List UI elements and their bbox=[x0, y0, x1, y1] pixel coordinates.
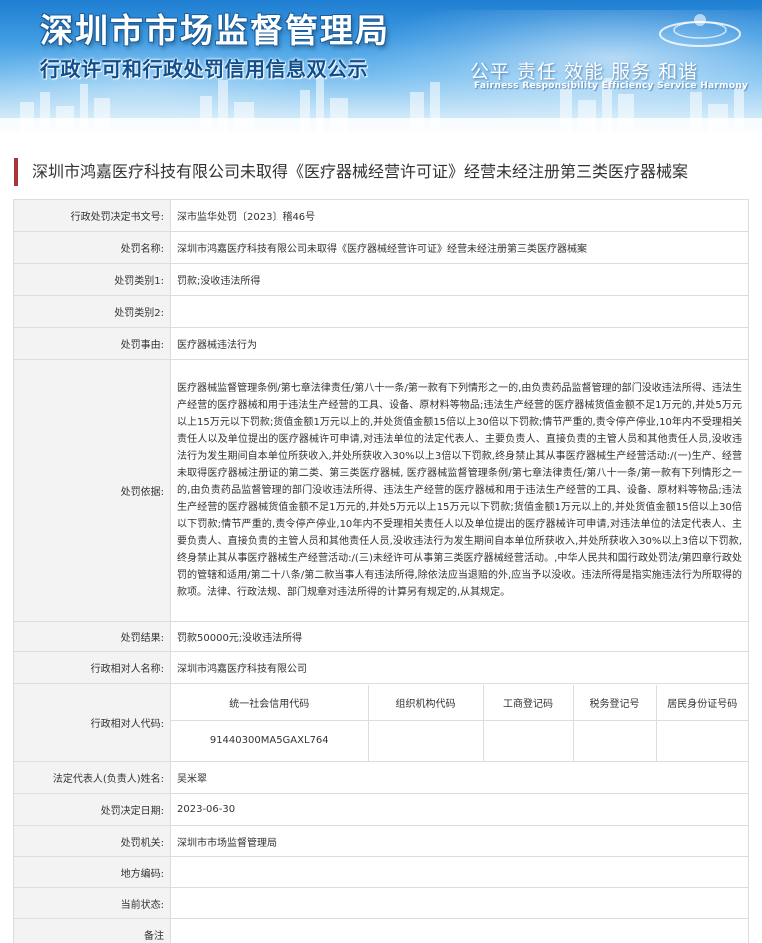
authority-value: 深圳市市场监督管理局 bbox=[170, 825, 749, 857]
table-row: 法定代表人(负责人)姓名: 吴米翠 bbox=[13, 761, 749, 794]
party-name-label: 行政相对人名称: bbox=[13, 651, 171, 684]
result-value: 罚款50000元;没收违法所得 bbox=[170, 621, 749, 652]
code-header-org: 组织机构代码 bbox=[368, 684, 484, 721]
code-header-tax: 税务登记号 bbox=[573, 684, 657, 721]
legal-rep-value: 吴米翠 bbox=[170, 761, 749, 794]
table-row: 行政相对人代码: 统一社会信用代码 组织机构代码 工商登记码 税务登记号 居民身… bbox=[13, 683, 749, 762]
table-row: 地方编码: bbox=[13, 856, 749, 888]
decision-date-value: 2023-06-30 bbox=[170, 793, 749, 826]
motto: 公平 责任 效能 服务 和谐 bbox=[470, 61, 699, 83]
basis-label: 处罚依据: bbox=[13, 359, 171, 622]
party-code-table: 统一社会信用代码 组织机构代码 工商登记码 税务登记号 居民身份证号码 9144… bbox=[171, 684, 748, 761]
party-name-value: 深圳市鸿嘉医疗科技有限公司 bbox=[170, 651, 749, 684]
basis-value: 医疗器械监督管理条例/第七章法律责任/第八十一条/第一款有下列情形之一的,由负责… bbox=[170, 359, 749, 622]
region-code-label: 地方编码: bbox=[13, 856, 171, 888]
penalty-name-value: 深圳市鸿嘉医疗科技有限公司未取得《医疗器械经营许可证》经营未经注册第三类医疗器械… bbox=[170, 231, 749, 264]
table-row: 处罚决定日期: 2023-06-30 bbox=[13, 793, 749, 826]
table-row: 行政处罚决定书文号: 深市监华处罚〔2023〕稽46号 bbox=[13, 199, 749, 232]
decision-no-label: 行政处罚决定书文号: bbox=[13, 199, 171, 232]
code-header-business: 工商登记码 bbox=[483, 684, 574, 721]
decision-no-value: 深市监华处罚〔2023〕稽46号 bbox=[170, 199, 749, 232]
code-header-id: 居民身份证号码 bbox=[656, 684, 748, 721]
authority-label: 处罚机关: bbox=[13, 825, 171, 857]
status-value bbox=[170, 887, 749, 919]
result-label: 处罚结果: bbox=[13, 621, 171, 652]
reason-value: 医疗器械违法行为 bbox=[170, 327, 749, 360]
category1-label: 处罚类别1: bbox=[13, 263, 171, 296]
case-title: 深圳市鸿嘉医疗科技有限公司未取得《医疗器械经营许可证》经营未经注册第三类医疗器械… bbox=[14, 158, 688, 186]
code-value-business bbox=[483, 720, 574, 761]
site-subtitle: 行政许可和行政处罚信用信息双公示 bbox=[40, 57, 368, 81]
code-value-tax bbox=[573, 720, 657, 761]
category2-label: 处罚类别2: bbox=[13, 295, 171, 328]
table-row: 处罚结果: 罚款50000元;没收违法所得 bbox=[13, 621, 749, 652]
code-value-id bbox=[656, 721, 748, 761]
party-code-cell: 统一社会信用代码 组织机构代码 工商登记码 税务登记号 居民身份证号码 9144… bbox=[170, 683, 749, 762]
table-row: 处罚事由: 医疗器械违法行为 bbox=[13, 327, 749, 360]
table-row: 处罚依据: 医疗器械监督管理条例/第七章法律责任/第八十一条/第一款有下列情形之… bbox=[13, 359, 749, 622]
table-row: 处罚类别1: 罚款;没收违法所得 bbox=[13, 263, 749, 296]
category2-value bbox=[170, 295, 749, 328]
legal-rep-label: 法定代表人(负责人)姓名: bbox=[13, 761, 171, 794]
header-banner: 深圳市市场监督管理局 行政许可和行政处罚信用信息双公示 公平 责任 效能 服务 … bbox=[0, 0, 762, 132]
table-row: 处罚名称: 深圳市鸿嘉医疗科技有限公司未取得《医疗器械经营许可证》经营未经注册第… bbox=[13, 231, 749, 264]
table-row: 处罚类别2: bbox=[13, 295, 749, 328]
site-title: 深圳市市场监督管理局 bbox=[40, 11, 390, 50]
penalty-name-label: 处罚名称: bbox=[13, 231, 171, 264]
region-code-value bbox=[170, 856, 749, 888]
table-row: 处罚机关: 深圳市市场监督管理局 bbox=[13, 825, 749, 857]
status-label: 当前状态: bbox=[13, 887, 171, 919]
reason-label: 处罚事由: bbox=[13, 327, 171, 360]
code-header-credit: 统一社会信用代码 bbox=[171, 684, 369, 721]
table-row: 行政相对人名称: 深圳市鸿嘉医疗科技有限公司 bbox=[13, 651, 749, 684]
table-row: 备注 bbox=[13, 918, 749, 943]
code-value-org bbox=[368, 720, 484, 761]
party-code-label: 行政相对人代码: bbox=[13, 683, 171, 762]
penalty-info-table: 行政处罚决定书文号: 深市监华处罚〔2023〕稽46号 处罚名称: 深圳市鸿嘉医… bbox=[13, 199, 749, 943]
category1-value: 罚款;没收违法所得 bbox=[170, 263, 749, 296]
code-value-credit: 91440300MA5GAXL764 bbox=[171, 720, 369, 761]
emblem-graphic bbox=[659, 14, 741, 47]
decision-date-label: 处罚决定日期: bbox=[13, 793, 171, 826]
page: 深圳市市场监督管理局 行政许可和行政处罚信用信息双公示 公平 责任 效能 服务 … bbox=[0, 0, 762, 943]
remark-label: 备注 bbox=[13, 918, 171, 943]
remark-value bbox=[170, 918, 749, 943]
motto-english: Fairness Responsibility Efficiency Servi… bbox=[474, 81, 749, 91]
table-row: 当前状态: bbox=[13, 887, 749, 919]
